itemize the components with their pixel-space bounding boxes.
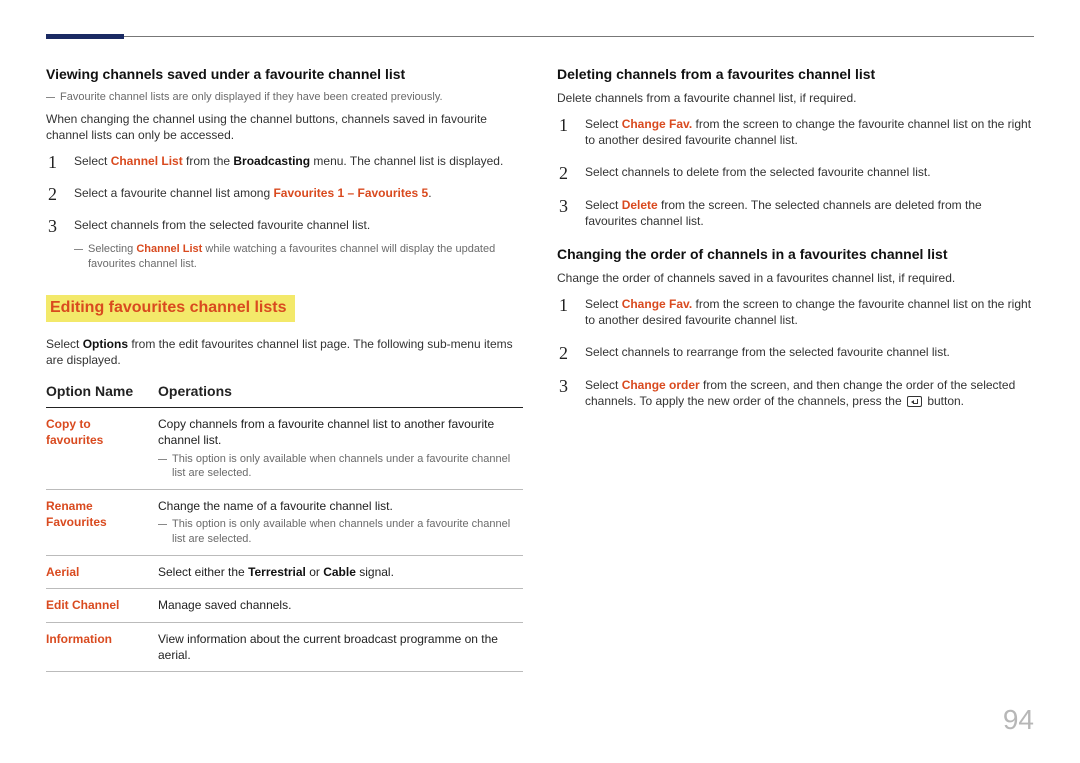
option-name: Copy to favourites	[46, 408, 158, 490]
table-row: Copy to favourites Copy channels from a …	[46, 408, 523, 490]
step-text: Select channels to delete from the selec…	[585, 165, 931, 179]
step: Select Change Fav. from the screen to ch…	[557, 116, 1034, 148]
section-heading: Changing the order of channels in a favo…	[557, 245, 1034, 264]
step: Select channels from the selected favour…	[46, 217, 523, 233]
table-row: Edit Channel Manage saved channels.	[46, 589, 523, 622]
step: Select Channel List from the Broadcastin…	[46, 153, 523, 169]
keyword: Channel List	[136, 243, 202, 255]
option-desc: Select either the Terrestrial or Cable s…	[158, 556, 523, 589]
keyword: Cable	[323, 565, 356, 579]
desc-text: Copy channels from a favourite channel l…	[158, 417, 494, 447]
table-row: Information View information about the c…	[46, 622, 523, 671]
option-name: Rename Favourites	[46, 490, 158, 556]
body-text: When changing the channel using the chan…	[46, 111, 523, 143]
footnote: Selecting Channel List while watching a …	[74, 242, 523, 272]
keyword: Terrestrial	[248, 565, 306, 579]
highlighted-section-title: Editing favourites channel lists	[46, 295, 295, 322]
desc-text: Change the name of a favourite channel l…	[158, 499, 393, 513]
footnote: Favourite channel lists are only display…	[46, 90, 523, 105]
enter-icon	[907, 396, 922, 407]
col-header: Option Name	[46, 378, 158, 407]
body-text: Delete channels from a favourite channel…	[557, 90, 1034, 106]
step-text: Select	[74, 154, 111, 168]
table-header-row: Option Name Operations	[46, 378, 523, 407]
keyword: –	[344, 186, 357, 200]
table-row: Aerial Select either the Terrestrial or …	[46, 556, 523, 589]
step-text: Select	[585, 297, 622, 311]
step: Select Change order from the screen, and…	[557, 377, 1034, 409]
keyword: Delete	[622, 198, 658, 212]
right-column: Deleting channels from a favourites chan…	[557, 65, 1034, 672]
step-text: Select	[585, 378, 622, 392]
keyword: Change order	[622, 378, 700, 392]
keyword: Channel List	[111, 154, 183, 168]
keyword: Broadcasting	[233, 154, 310, 168]
page-number: 94	[1003, 701, 1034, 739]
step-text: from the	[183, 154, 234, 168]
section-heading: Viewing channels saved under a favourite…	[46, 65, 523, 84]
option-name: Aerial	[46, 556, 158, 589]
left-column: Viewing channels saved under a favourite…	[46, 65, 523, 672]
step-text: button.	[924, 394, 964, 408]
step-text: Select	[585, 117, 622, 131]
table-row: Rename Favourites Change the name of a f…	[46, 490, 523, 556]
step: Select channels to rearrange from the se…	[557, 344, 1034, 360]
col-header: Operations	[158, 378, 523, 407]
step-text: .	[428, 186, 431, 200]
desc-text: Select either the	[158, 565, 248, 579]
note-text: Selecting	[88, 243, 136, 255]
option-desc: Manage saved channels.	[158, 589, 523, 622]
step-text: menu. The channel list is displayed.	[310, 154, 503, 168]
option-desc: Change the name of a favourite channel l…	[158, 490, 523, 556]
step-text: Select channels from the selected favour…	[74, 218, 370, 232]
step-text: Select	[585, 198, 622, 212]
keyword: Favourites 1	[273, 186, 344, 200]
text: Select	[46, 337, 83, 351]
options-table: Option Name Operations Copy to favourite…	[46, 378, 523, 672]
step: Select a favourite channel list among Fa…	[46, 185, 523, 201]
step-text: Select a favourite channel list among	[74, 186, 273, 200]
columns: Viewing channels saved under a favourite…	[46, 65, 1034, 672]
step: Select Delete from the screen. The selec…	[557, 197, 1034, 229]
step: Select Change Fav. from the screen to ch…	[557, 296, 1034, 328]
step-list: Select Channel List from the Broadcastin…	[46, 153, 523, 234]
keyword: Options	[83, 337, 128, 351]
body-text: Change the order of channels saved in a …	[557, 270, 1034, 286]
desc-text: or	[306, 565, 323, 579]
body-text: Select Options from the edit favourites …	[46, 336, 523, 368]
step-text: Select channels to rearrange from the se…	[585, 345, 950, 359]
keyword: Change Fav.	[622, 297, 692, 311]
footnote: This option is only available when chann…	[158, 517, 513, 547]
step-list: Select Change Fav. from the screen to ch…	[557, 296, 1034, 409]
section-heading: Deleting channels from a favourites chan…	[557, 65, 1034, 84]
step-list: Select Change Fav. from the screen to ch…	[557, 116, 1034, 229]
footnote: This option is only available when chann…	[158, 452, 513, 482]
option-desc: View information about the current broad…	[158, 622, 523, 671]
keyword: Favourites 5	[358, 186, 429, 200]
option-name: Information	[46, 622, 158, 671]
desc-text: signal.	[356, 565, 394, 579]
step: Select channels to delete from the selec…	[557, 164, 1034, 180]
keyword: Change Fav.	[622, 117, 692, 131]
option-name: Edit Channel	[46, 589, 158, 622]
option-desc: Copy channels from a favourite channel l…	[158, 408, 523, 490]
header-rule	[46, 36, 1034, 37]
document-page: Viewing channels saved under a favourite…	[0, 0, 1080, 763]
